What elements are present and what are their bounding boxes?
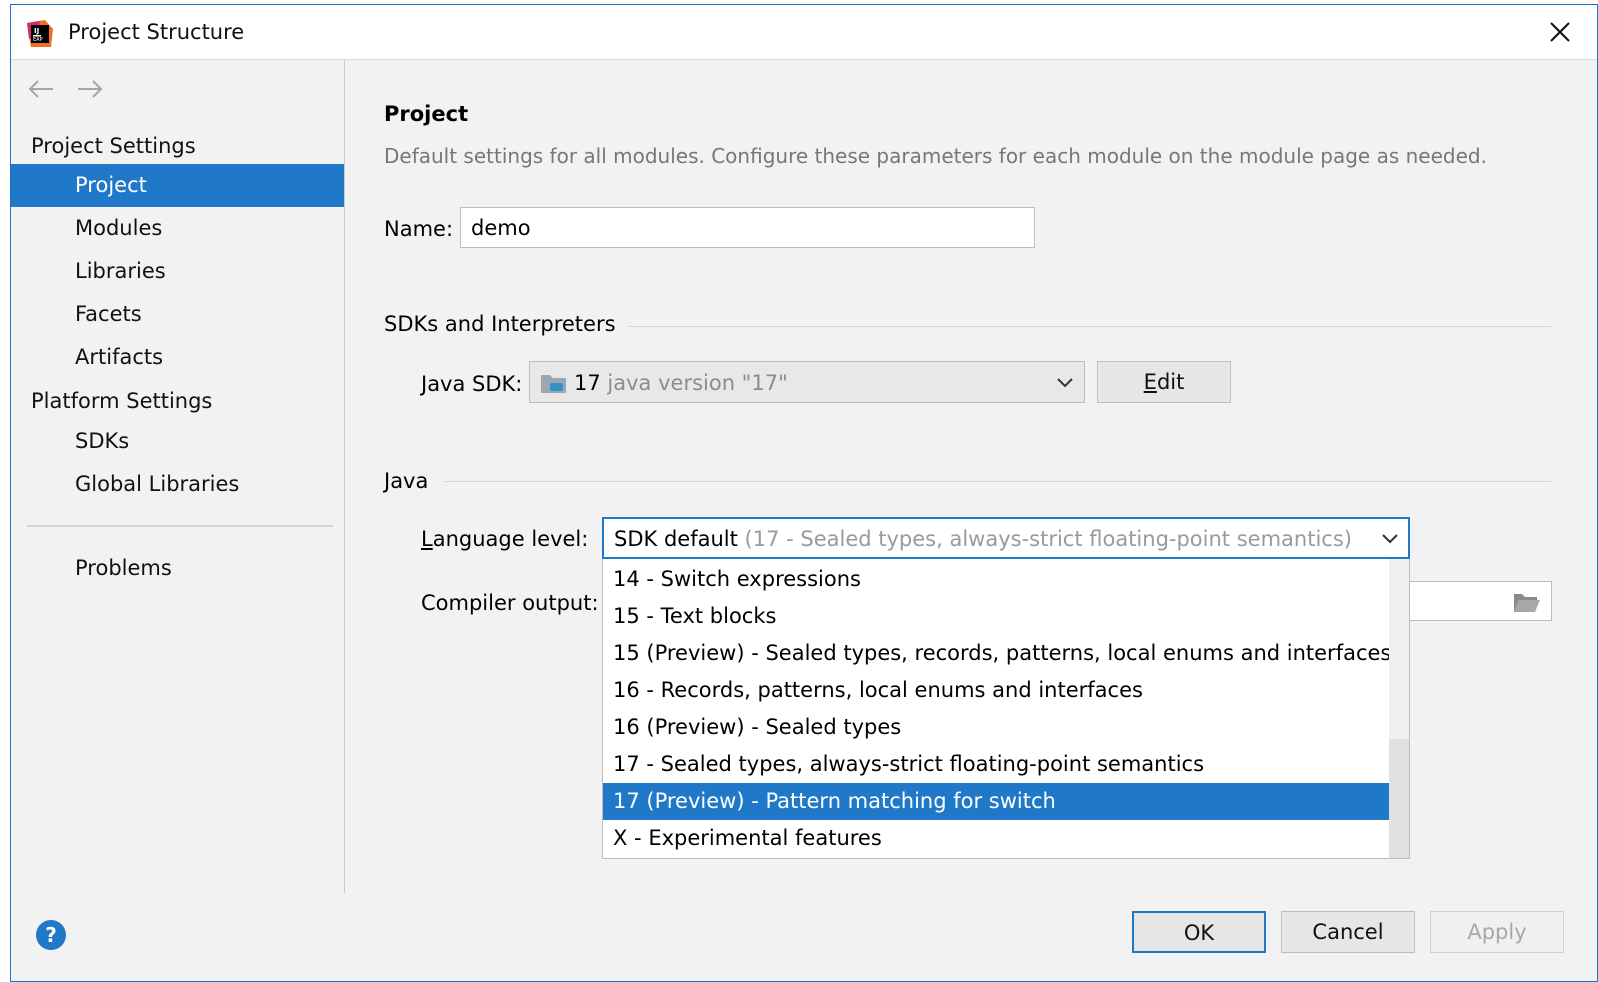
- sidebar-item-libraries[interactable]: Libraries: [11, 250, 344, 293]
- java-sdk-version: java version "17": [607, 371, 788, 395]
- language-level-label: Language level:: [421, 527, 589, 551]
- page-title: Project: [384, 102, 469, 126]
- ok-button[interactable]: OK: [1132, 911, 1266, 953]
- sidebar-item-project[interactable]: Project: [11, 164, 344, 207]
- sidebar-item-global-libraries[interactable]: Global Libraries: [11, 463, 344, 506]
- java-group-separator: [444, 481, 1551, 482]
- sdks-group-separator: [606, 326, 1551, 327]
- project-structure-dialog: IJ EAP Project Structure Project Setting…: [10, 4, 1598, 982]
- java-sdk-folder-icon: [541, 375, 566, 393]
- compiler-output-field[interactable]: [1410, 581, 1552, 621]
- title-bar: IJ EAP Project Structure: [11, 5, 1597, 60]
- main-panel: Project Default settings for all modules…: [346, 60, 1597, 893]
- java-sdk-value: 17 java version "17": [574, 371, 788, 395]
- java-group-title: Java: [384, 469, 441, 493]
- java-sdk-select[interactable]: 17 java version "17": [529, 361, 1085, 403]
- language-level-option[interactable]: 16 - Records, patterns, local enums and …: [603, 672, 1390, 709]
- close-icon[interactable]: [1545, 17, 1575, 47]
- language-level-option[interactable]: X - Experimental features: [603, 820, 1390, 857]
- language-level-select[interactable]: SDK default (17 - Sealed types, always-s…: [602, 517, 1410, 559]
- sidebar-item-artifacts[interactable]: Artifacts: [11, 336, 344, 379]
- edit-rest: dit: [1156, 370, 1185, 394]
- edit-mnemonic: E: [1143, 370, 1157, 394]
- language-level-hint: (17 - Sealed types, always-strict floati…: [744, 527, 1352, 551]
- language-level-option-highlighted[interactable]: 17 (Preview) - Pattern matching for swit…: [603, 783, 1390, 820]
- window-title: Project Structure: [68, 20, 245, 44]
- name-label: Name:: [384, 217, 454, 241]
- help-button[interactable]: ?: [36, 920, 66, 950]
- intellij-idea-eap-icon: IJ EAP: [27, 20, 53, 47]
- nav-arrows: [25, 74, 121, 104]
- project-settings-header: Project Settings: [31, 134, 196, 158]
- page-description: Default settings for all modules. Config…: [384, 144, 1487, 168]
- sidebar-item-problems[interactable]: Problems: [11, 547, 344, 590]
- apply-button[interactable]: Apply: [1430, 911, 1564, 953]
- sidebar-item-modules[interactable]: Modules: [11, 207, 344, 250]
- java-sdk-name: 17: [574, 371, 601, 395]
- svg-text:IJ: IJ: [34, 27, 39, 35]
- chevron-down-icon: [1382, 534, 1398, 544]
- cancel-button[interactable]: Cancel: [1281, 911, 1415, 953]
- edit-sdk-button[interactable]: Edit: [1097, 361, 1231, 403]
- sidebar-divider: [27, 525, 333, 527]
- compiler-output-label: Compiler output:: [421, 591, 599, 615]
- language-level-selected: SDK default: [614, 527, 738, 551]
- sidebar-item-sdks[interactable]: SDKs: [11, 420, 344, 463]
- language-level-option[interactable]: 15 (Preview) - Sealed types, records, pa…: [603, 635, 1391, 672]
- language-level-option[interactable]: 15 - Text blocks: [603, 598, 1390, 635]
- svg-text:EAP: EAP: [33, 37, 43, 43]
- sdks-group-title: SDKs and Interpreters: [384, 312, 628, 336]
- language-level-option[interactable]: 16 (Preview) - Sealed types: [603, 709, 1390, 746]
- arrow-right-icon[interactable]: [73, 74, 107, 104]
- sidebar-item-facets[interactable]: Facets: [11, 293, 344, 336]
- arrow-left-icon[interactable]: [25, 74, 59, 104]
- language-level-option[interactable]: 14 - Switch expressions: [603, 561, 1390, 598]
- dropdown-scrollbar[interactable]: [1389, 559, 1409, 858]
- language-level-dropdown: 14 - Switch expressions 15 - Text blocks…: [602, 559, 1410, 859]
- project-name-input[interactable]: [460, 207, 1035, 248]
- language-level-value: SDK default (17 - Sealed types, always-s…: [614, 527, 1352, 551]
- dropdown-scrollbar-thumb[interactable]: [1389, 739, 1409, 858]
- java-sdk-label: Java SDK:: [421, 372, 523, 396]
- folder-open-icon[interactable]: [1513, 591, 1541, 613]
- platform-settings-header: Platform Settings: [31, 389, 213, 413]
- language-level-label-rest: anguage level:: [432, 527, 589, 551]
- chevron-down-icon: [1057, 378, 1073, 388]
- dialog-button-bar: ? OK Cancel Apply: [11, 893, 1597, 981]
- language-level-option[interactable]: 17 - Sealed types, always-strict floatin…: [603, 746, 1390, 783]
- sidebar: Project Settings Project Modules Librari…: [11, 60, 345, 893]
